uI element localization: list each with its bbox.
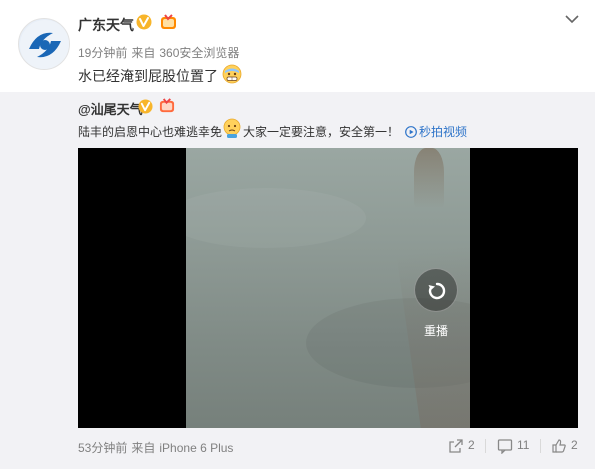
post-meta: 19分钟前 来自 360安全浏览器 — [78, 44, 239, 61]
comment-icon — [497, 439, 513, 454]
like-count: 2 — [571, 438, 578, 452]
post-time[interactable]: 19分钟前 — [78, 46, 127, 60]
share-count: 2 — [468, 438, 475, 452]
repost-text: 陆丰的启恩中心也难逃幸免 大家一定要注意，安全第一！ — [78, 123, 399, 140]
post-text: 水已经淹到屁股位置了 — [78, 68, 218, 84]
divider — [485, 439, 486, 453]
grimace-sweat-emoji-icon — [222, 64, 242, 84]
replay-icon — [428, 282, 446, 300]
from-label: 来自 — [131, 46, 156, 60]
share-icon — [449, 439, 463, 453]
verified-badge-icon — [136, 14, 152, 30]
divider — [540, 439, 541, 453]
video-player[interactable]: 重播 — [78, 148, 578, 428]
comment-count: 11 — [517, 438, 530, 452]
repost-text-part1: 陆丰的启恩中心也难逃幸免 — [78, 125, 223, 139]
fan-medal-icon[interactable] — [160, 14, 177, 31]
video-play-icon — [405, 126, 417, 138]
verified-badge-icon — [138, 99, 153, 114]
author-avatar[interactable] — [18, 18, 70, 70]
wading-figure — [414, 148, 444, 208]
video-link[interactable]: 秒拍视频 — [405, 123, 467, 140]
chevron-down-icon[interactable] — [565, 14, 579, 24]
replay-label[interactable]: 重播 — [412, 322, 460, 339]
worried-emoji-icon — [223, 118, 241, 138]
water-ripple — [186, 188, 366, 248]
author-name[interactable]: 广东天气 — [78, 15, 134, 35]
replay-button[interactable] — [414, 268, 458, 312]
post-source[interactable]: 360安全浏览器 — [159, 46, 239, 60]
repost-author-name[interactable]: @汕尾天气 — [78, 99, 143, 118]
video-frame: 重播 — [186, 148, 470, 428]
thumbs-up-icon — [552, 439, 566, 453]
repost-text-part2: 大家一定要注意，安全第一！ — [243, 125, 400, 139]
video-link-label[interactable]: 秒拍视频 — [419, 125, 467, 139]
fan-medal-icon[interactable] — [159, 98, 175, 114]
repost-actions: 2 11 2 — [0, 437, 595, 455]
